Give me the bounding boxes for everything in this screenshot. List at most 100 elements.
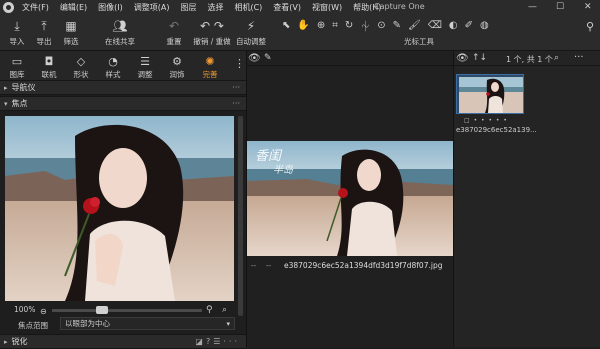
focus-photo — [5, 116, 234, 301]
menu-edit[interactable]: 编辑(E) — [60, 2, 87, 13]
zoom-slider-thumb[interactable] — [96, 306, 108, 314]
gradient-tool-icon[interactable]: ◐ — [449, 20, 458, 31]
focus-image[interactable] — [5, 116, 234, 301]
brush-tool-icon[interactable]: 🖌︎ — [408, 20, 421, 31]
menu-select[interactable]: 选择 — [207, 2, 223, 13]
style-icon: ◔ — [108, 55, 118, 68]
tab-capture[interactable]: ◘ 联机 — [36, 54, 62, 80]
focus-menu-icon[interactable]: ··· — [232, 99, 240, 108]
magic-wand-icon: ⚡︎ — [246, 19, 256, 33]
navigator-title: 导航仪 — [11, 83, 36, 92]
share-label: 在线共享 — [105, 37, 135, 46]
browser-count: 1 个, 共 1 个 — [506, 55, 553, 64]
minimize-button[interactable]: — — [528, 0, 537, 14]
reset-icon: ↶ — [168, 19, 180, 33]
auto-adjust-button[interactable]: ⚡︎ 自动调整 — [234, 17, 268, 47]
annotate-tool-icon[interactable]: ✐ — [465, 20, 473, 31]
navigator-menu-icon[interactable]: ··· — [232, 83, 240, 92]
menu-file[interactable]: 文件(F) — [22, 2, 49, 13]
users-icon: 👥︎ — [112, 19, 128, 33]
zoom-slider-track[interactable] — [52, 309, 202, 312]
picker-icon[interactable]: ✎ — [264, 53, 272, 63]
undo-redo-button[interactable]: ↶ ↷ 撤销 / 重做 — [192, 17, 232, 47]
export-button[interactable]: ⤒ 导出 — [33, 17, 55, 47]
menu-camera[interactable]: 相机(C) — [234, 2, 262, 13]
undo-redo-label: 撤销 / 重做 — [193, 37, 231, 46]
cursor-tools: ⬉ ✋ ⊕ ⌗ ↻ ⏆ ⊙ ✎ 🖌︎ ⌫ ◐ ✐ ◍ — [282, 18, 550, 33]
reset-button[interactable]: ↶ 重置 — [162, 17, 186, 47]
reset-label: 重置 — [166, 37, 182, 46]
focus-range-label: 焦点范围 — [18, 321, 48, 330]
browser-menu-icon[interactable]: ··· — [574, 52, 584, 63]
sliders-icon: ☰ — [140, 55, 150, 68]
help-icon[interactable]: ⚲ — [586, 20, 594, 33]
tab-retouch[interactable]: ⚙ 润饰 — [164, 54, 190, 80]
import-button[interactable]: ⤓ 导入 — [6, 17, 28, 47]
share-button[interactable]: 👥︎ 在线共享 — [102, 17, 138, 47]
shape-icon: ◇ — [76, 55, 86, 68]
menu-items: 文件(F) 编辑(E) 图像(I) 调整项(A) 图层 选择 相机(C) 查看(… — [22, 0, 381, 14]
viewer-caption-left-1: -- — [251, 262, 257, 270]
rotate-tool-icon[interactable]: ↻ — [345, 20, 353, 31]
import-label: 导入 — [9, 37, 25, 46]
picker-tool-icon[interactable]: ✎ — [393, 20, 401, 31]
tab-adjust-label: 调整 — [137, 70, 153, 79]
tab-lens[interactable]: ◇ 形状 — [68, 54, 94, 80]
browser-search-icon[interactable]: ⌕ — [554, 53, 559, 63]
chevron-down-icon: ▾ — [226, 319, 230, 328]
tab-style[interactable]: ◔ 样式 — [100, 54, 126, 80]
undo-redo-icon: ↶ ↷ — [200, 19, 224, 33]
export-label: 导出 — [36, 37, 52, 46]
auto-adjust-label: 自动调整 — [236, 37, 266, 46]
viewer-divider — [246, 65, 453, 66]
tab-style-label: 样式 — [105, 70, 121, 79]
sharpen-controls-icon[interactable]: ◪?☰··· — [195, 337, 240, 346]
magnifier-icon[interactable]: ⌕ — [222, 305, 227, 315]
keystone-tool-icon[interactable]: ⏆ — [360, 18, 370, 33]
main-toolbar: ⤓ 导入 ⤒ 导出 ▦ 筛选 👥︎ 在线共享 ↶ 重置 ↶ ↷ 撤销 / 重做 … — [0, 14, 600, 51]
zoom-tool-icon[interactable]: ⊕ — [317, 20, 325, 31]
menu-bar: 文件(F) 编辑(E) 图像(I) 调整项(A) 图层 选择 相机(C) 查看(… — [0, 0, 600, 14]
tab-retouch-label: 润饰 — [169, 70, 185, 79]
tab-refine[interactable]: ✺ 完善 — [197, 54, 223, 80]
eye-icon[interactable]: 👁︎ — [248, 53, 261, 64]
zoom-out-icon[interactable]: ⊖ — [40, 307, 47, 316]
menu-view[interactable]: 查看(V) — [273, 2, 301, 13]
spot-tool-icon[interactable]: ⊙ — [377, 20, 385, 31]
sort-icon[interactable]: ↑↓ — [472, 53, 487, 63]
tab-refine-label: 完善 — [202, 70, 218, 79]
thumbnail-rating[interactable]: □ • • • • • — [464, 117, 508, 124]
erase-tool-icon[interactable]: ⌫ — [428, 20, 442, 31]
navigator-header[interactable]: ▸ 导航仪 ··· — [0, 80, 246, 95]
more-tabs-icon[interactable]: ⋮ — [234, 57, 245, 70]
pointer-tool-icon[interactable]: ⬉ — [282, 20, 290, 31]
left-panel-scrollbar[interactable] — [238, 116, 243, 316]
color-tool-icon[interactable]: ◍ — [480, 20, 489, 31]
retouch-icon: ⚙ — [172, 55, 182, 68]
refine-icon: ✺ — [205, 55, 215, 68]
tab-library-label: 图库 — [9, 70, 25, 79]
watermark-line2: 半岛 — [273, 165, 293, 176]
hand-tool-icon[interactable]: ✋ — [297, 20, 309, 31]
viewer-image[interactable]: 香闺 半岛 — [247, 141, 453, 256]
tab-adjust[interactable]: ☰ 调整 — [132, 54, 158, 80]
tab-library[interactable]: ▭ 图库 — [4, 54, 30, 80]
filter-button[interactable]: ▦ 筛选 — [60, 17, 82, 47]
menu-adjustments[interactable]: 调整项(A) — [134, 2, 170, 13]
menu-window[interactable]: 视窗(W) — [312, 2, 342, 13]
thumbnail-caption: e387029c6ec52a139... — [456, 126, 537, 134]
menu-image[interactable]: 图像(I) — [98, 2, 123, 13]
thumbnail[interactable] — [456, 74, 524, 114]
focus-header[interactable]: ▾ 焦点 ··· — [0, 96, 246, 111]
tool-tabs: ▭ 图库 ◘ 联机 ◇ 形状 ◔ 样式 ☰ 调整 ⚙ 润饰 ✺ 完善 ⋮ — [0, 51, 246, 80]
close-button[interactable]: ✕ — [584, 0, 592, 14]
browser-eye-icon[interactable]: 👁︎ — [456, 53, 469, 64]
tab-capture-label: 联机 — [41, 70, 57, 79]
crop-tool-icon[interactable]: ⌗ — [332, 20, 338, 31]
folder-icon: ▭ — [11, 55, 23, 68]
zoom-in-icon[interactable]: ⚲ — [206, 305, 213, 315]
focus-range-select[interactable]: 以眼部为中心 ▾ — [60, 317, 235, 330]
maximize-button[interactable]: ☐ — [556, 0, 564, 14]
menu-layer[interactable]: 图层 — [180, 2, 196, 13]
chevron-right-icon: ▸ — [4, 83, 8, 92]
